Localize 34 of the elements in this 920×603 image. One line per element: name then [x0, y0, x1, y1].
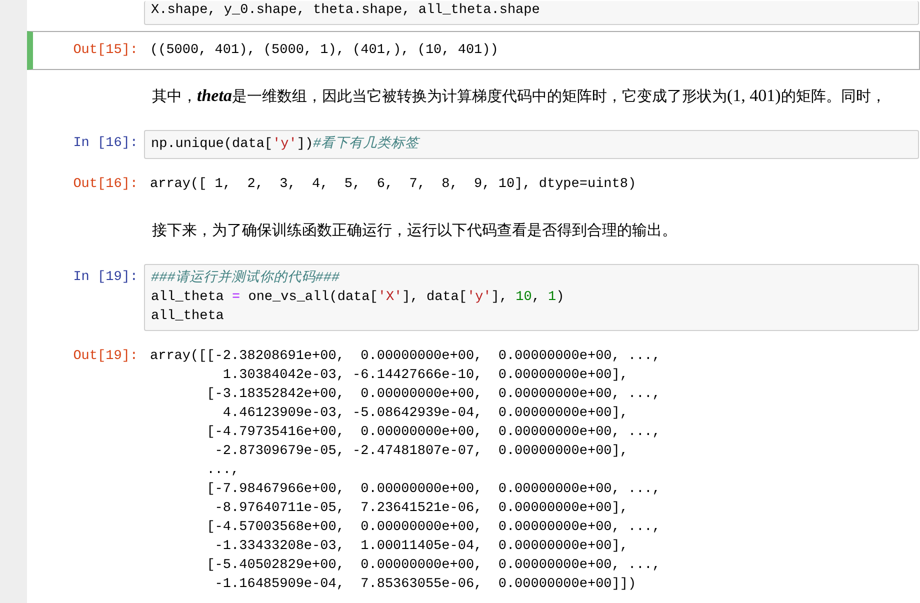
input-prompt: In [16]: — [73, 136, 138, 151]
output-line: ..., — [206, 462, 240, 480]
selected-cell[interactable]: Out[15]: ((5000, 401), (5000, 1), (401,), (10, 401)) — [27, 31, 920, 70]
code-line: ###请运行并测试你的代码### — [151, 269, 341, 288]
markdown-paragraph: 接下来，为了确保训练函数正确运行，运行以下代码查看是否得到合理的输出。 — [151, 220, 677, 241]
output-line: [-5.40502829e+00, 0.00000000e+00, 0.00000000e+00, ..., — [206, 557, 662, 575]
output-line: [-7.98467966e+00, 0.00000000e+00, 0.00000000e+00, ..., — [206, 481, 662, 499]
output-line: ((5000, 401), (5000, 1), (401,), (10, 401)) — [150, 42, 500, 60]
output-line: [-3.18352842e+00, 0.00000000e+00, 0.00000000e+00, ..., — [206, 386, 662, 404]
output-line: [-4.57003568e+00, 0.00000000e+00, 0.00000000e+00, ..., — [206, 519, 662, 537]
code-line: all_theta = one_vs_all(data['X'], data['y'], 10, 1) — [151, 289, 566, 307]
code-line: X.shape, y_0.shape, theta.shape, all_theta.shape — [151, 2, 541, 20]
output-line: 4.46123909e-03, -5.08642939e-04, 0.00000000e+00], — [222, 405, 629, 423]
output-line: array([[-2.38208691e+00, 0.00000000e+00, 0.00000000e+00, ..., — [150, 348, 662, 366]
output-line: [-4.79735416e+00, 0.00000000e+00, 0.00000000e+00, ..., — [206, 424, 662, 442]
output-prompt: Out[19]: — [73, 349, 138, 364]
code-editor[interactable]: X.shape, y_0.shape, theta.shape, all_theta.shape — [144, 1, 919, 25]
input-prompt: In [19]: — [73, 270, 138, 285]
code-editor[interactable]: ###请运行并测试你的代码### all_theta = one_vs_all(data['X'], data['y'], 10, 1) all_theta — [144, 264, 919, 331]
code-editor[interactable]: np.unique(data['y'])#看下有几类标签 — [144, 130, 919, 159]
markdown-paragraph: 其中，theta是一维数组，因此当它被转换为计算梯度代码中的矩阵时，它变成了形状为(1, 401)的矩阵。同时， — [151, 85, 886, 107]
output-line: -1.16485909e-04, 7.85363055e-06, 0.00000000e+00]]) — [214, 576, 638, 594]
output-prompt: Out[15]: — [73, 43, 138, 58]
code-line: all_theta — [151, 308, 225, 326]
code-cell[interactable]: In [16]: np.unique(data['y'])#看下有几类标签 — [27, 124, 920, 165]
code-line: np.unique(data['y'])#看下有几类标签 — [151, 135, 422, 154]
output-line: array([ 1, 2, 3, 4, 5, 6, 7, 8, 9, 10], dtype=uint8) — [150, 176, 638, 194]
output-line: -8.97640711e-05, 7.23641521e-06, 0.00000000e+00], — [214, 500, 629, 518]
output-line: 1.30384042e-03, -6.14427666e-10, 0.00000000e+00], — [222, 367, 629, 385]
output-prompt: Out[16]: — [73, 177, 138, 192]
output-line: -1.33433208e-03, 1.00011405e-04, 0.00000000e+00], — [214, 538, 629, 556]
output-line: -2.87309679e-05, -2.47481807e-07, 0.00000000e+00], — [214, 443, 629, 461]
code-cell[interactable]: In [19]: ###请运行并测试你的代码### all_theta = one_vs_all(data['X'], data['y'], 10, 1) all_theta — [27, 258, 920, 337]
code-cell[interactable]: X.shape, y_0.shape, theta.shape, all_theta.shape — [27, 0, 920, 31]
